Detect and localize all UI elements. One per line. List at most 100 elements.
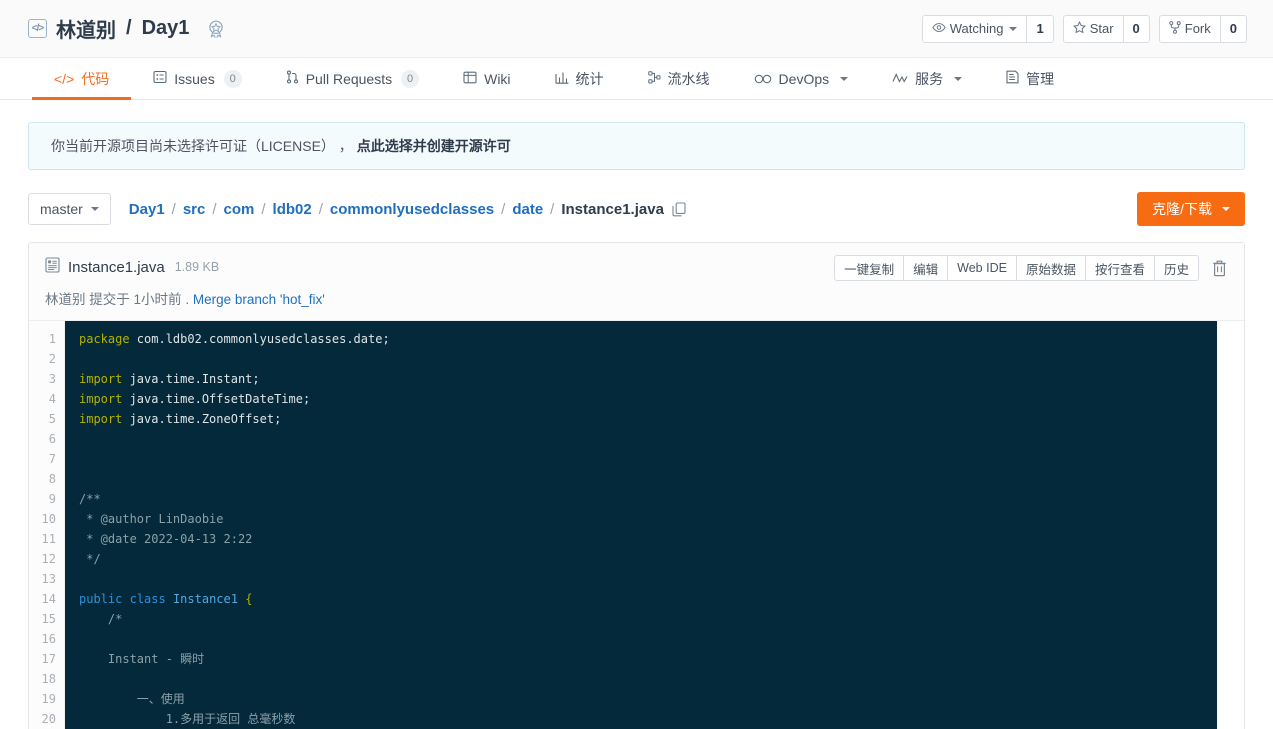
fork-button[interactable]: Fork (1158, 14, 1221, 43)
edit-button[interactable]: 编辑 (904, 255, 949, 281)
trash-icon[interactable] (1209, 257, 1230, 279)
code-token: Instant - 瞬时 (79, 652, 205, 666)
breadcrumb-item-3[interactable]: ldb02 (273, 201, 312, 218)
code-line-number: 2 (48, 352, 56, 366)
tab-code[interactable]: </> 代码 (32, 58, 132, 100)
web-ide-button[interactable]: Web IDE (948, 255, 1017, 281)
copy-path-icon[interactable] (672, 201, 686, 217)
code-viewer[interactable]: 123456789101112131415161718192021 packag… (29, 321, 1244, 729)
tab-manage[interactable]: 管理 (984, 58, 1076, 99)
code-line: Instant - 瞬时 (79, 649, 1217, 669)
breadcrumb-item-0[interactable]: Day1 (129, 201, 165, 218)
file-action-bar: 一键复制 编辑 Web IDE 原始数据 按行查看 历史 (834, 255, 1230, 281)
code-line-number: 18 (41, 672, 56, 686)
wiki-book-icon (463, 71, 477, 87)
branch-selector[interactable]: master (28, 193, 111, 225)
commit-dot: . (185, 292, 190, 307)
breadcrumb-separator: / (318, 200, 323, 218)
code-line-number: 6 (48, 432, 56, 446)
watch-count[interactable]: 1 (1027, 14, 1054, 43)
code-token: * @author LinDaobie (79, 512, 224, 526)
tab-devops[interactable]: DevOps (732, 58, 871, 99)
code-token: import (79, 372, 123, 386)
branch-name: master (40, 201, 83, 217)
page-title: </> 林道别 / Day1 (28, 14, 227, 43)
license-create-link[interactable]: 点此选择并创建开源许可 (357, 136, 511, 156)
repo-header: </> 林道别 / Day1 Watching 1 Star 0 Fork 0 (0, 0, 1273, 58)
code-token: 1.多用于返回 总毫秒数 (79, 712, 296, 726)
watch-label: Watching (949, 21, 1004, 36)
code-token: 一、使用 (79, 692, 185, 706)
code-line: import java.time.ZoneOffset; (79, 409, 1217, 429)
copy-all-button[interactable]: 一键复制 (834, 255, 905, 281)
breadcrumb-item-2[interactable]: com (224, 201, 255, 218)
code-right-filler (1217, 321, 1244, 729)
code-token: /* (79, 612, 123, 626)
license-banner-text: 你当前开源项目尚未选择许可证（LICENSE） ， (51, 138, 353, 154)
code-line: */ (79, 549, 1217, 569)
file-text-icon (45, 257, 60, 277)
history-button[interactable]: 历史 (1154, 255, 1199, 281)
pipeline-icon (647, 70, 661, 87)
code-token: */ (79, 552, 101, 566)
tab-wiki[interactable]: Wiki (441, 58, 532, 99)
blame-button[interactable]: 按行查看 (1085, 255, 1155, 281)
title-separator: / (126, 17, 132, 39)
watch-button[interactable]: Watching (921, 14, 1028, 43)
clone-download-button[interactable]: 克隆/下载 (1137, 192, 1245, 226)
fork-icon (1169, 21, 1181, 36)
star-label: Star (1089, 21, 1114, 36)
tab-pull-requests-count: 0 (401, 69, 420, 88)
code-line-number: 19 (41, 692, 56, 706)
code-line-number: 17 (41, 652, 56, 666)
breadcrumb-item-4[interactable]: commonlyusedclasses (330, 201, 494, 218)
code-slash-icon: </> (54, 70, 75, 87)
commit-time: 1小时前 (133, 292, 182, 307)
tab-issues[interactable]: Issues 0 (131, 58, 263, 99)
chevron-down-icon (1009, 26, 1018, 31)
code-token: package (79, 332, 130, 346)
code-content[interactable]: package com.ldb02.commonlyusedclasses.da… (65, 321, 1217, 729)
star-button-group: Star 0 (1062, 14, 1150, 43)
chevron-down-icon (840, 76, 849, 81)
tab-issues-count: 0 (223, 69, 242, 88)
file-size: 1.89 KB (174, 260, 220, 274)
code-token: import (79, 412, 123, 426)
code-line-number: 13 (41, 572, 56, 586)
fork-button-group: Fork 0 (1158, 14, 1247, 43)
service-pulse-icon (892, 71, 908, 87)
manage-icon (1006, 70, 1019, 87)
raw-data-button[interactable]: 原始数据 (1016, 255, 1086, 281)
breadcrumb-item-5[interactable]: date (512, 201, 543, 218)
tab-pipeline[interactable]: 流水线 (626, 58, 732, 99)
tab-service[interactable]: 服务 (870, 58, 984, 99)
breadcrumb-item-6: Instance1.java (561, 200, 664, 218)
license-banner: 你当前开源项目尚未选择许可证（LICENSE） ， 点此选择并创建开源许可 (28, 122, 1245, 170)
code-line: /* (79, 609, 1217, 629)
page-body: 你当前开源项目尚未选择许可证（LICENSE） ， 点此选择并创建开源许可 ma… (0, 122, 1273, 729)
medal-star-icon (205, 18, 227, 40)
commit-message-link[interactable]: Merge branch 'hot_fix' (193, 292, 325, 307)
code-token: import (79, 392, 123, 406)
breadcrumb-item-1[interactable]: src (183, 201, 206, 218)
watch-button-group: Watching 1 (921, 14, 1054, 43)
star-button[interactable]: Star (1062, 14, 1124, 43)
tab-wiki-label: Wiki (484, 70, 511, 87)
code-token: java.time.OffsetDateTime; (122, 392, 311, 406)
tab-pull-requests[interactable]: Pull Requests 0 (264, 58, 441, 99)
star-count[interactable]: 0 (1123, 14, 1150, 43)
fork-count[interactable]: 0 (1220, 14, 1247, 43)
tab-manage-label: 管理 (1026, 70, 1055, 87)
devops-infinity-icon (754, 71, 772, 87)
pull-request-icon (286, 70, 299, 87)
repo-owner-link[interactable]: 林道别 (56, 14, 116, 43)
file-header: Instance1.java 1.89 KB 林道别 提交于 1小时前 . Me… (29, 243, 1244, 321)
tab-stats[interactable]: 统计 (533, 58, 626, 99)
breadcrumb-separator: / (501, 200, 506, 218)
repo-name-link[interactable]: Day1 (142, 17, 190, 40)
code-token: java.time.ZoneOffset; (122, 412, 282, 426)
